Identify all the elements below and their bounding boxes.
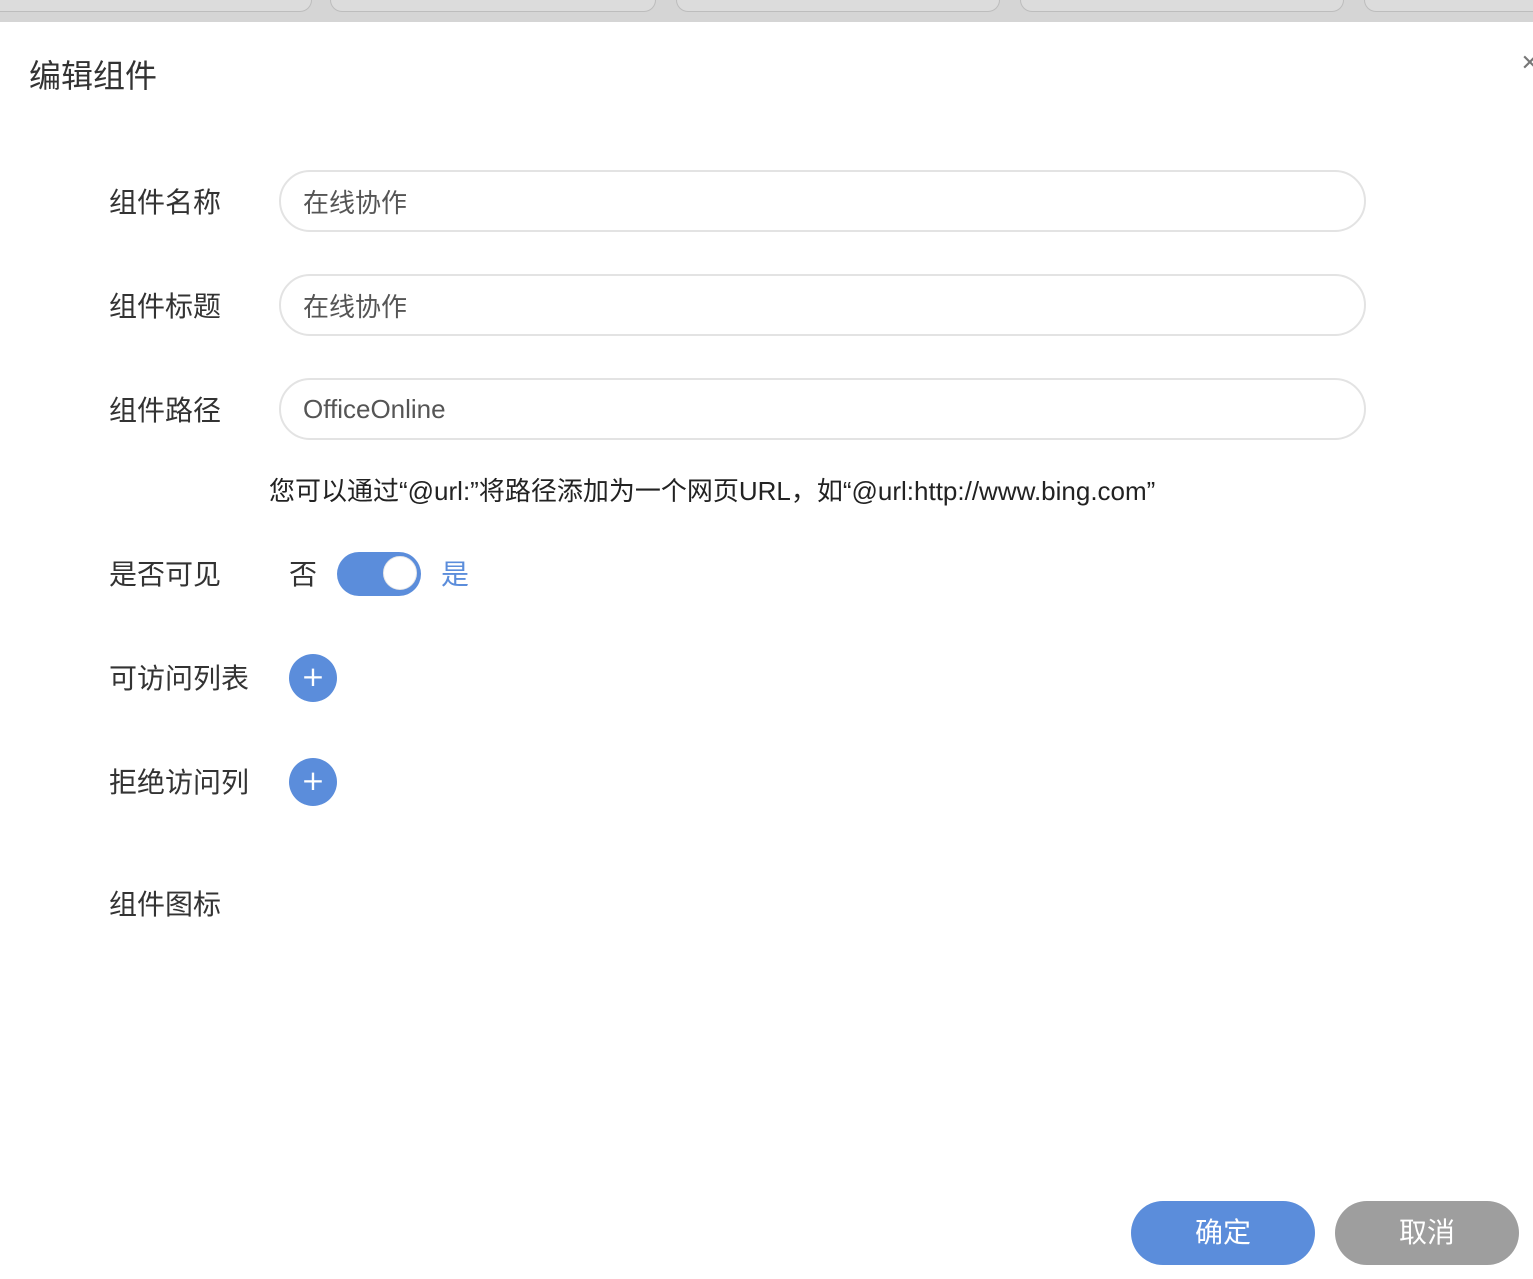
visible-off-label: 否 — [289, 558, 318, 591]
plus-icon: + — [301, 660, 325, 693]
background-tab-strip — [0, 0, 1533, 22]
visible-on-label: 是 — [441, 558, 470, 591]
background-tab — [0, 0, 312, 12]
component-title-input[interactable] — [279, 274, 1366, 336]
visible-toggle[interactable] — [337, 552, 421, 596]
edit-component-dialog: 编辑组件 ✕ 组件名称 组件标题 组件路径 您可以通过“@url:”将路径添加为… — [0, 22, 1533, 1279]
component-path-input[interactable] — [279, 378, 1366, 440]
component-name-label: 组件名称 — [109, 186, 222, 219]
deny-list-label: 拒绝访问列 — [109, 766, 250, 799]
background-tab — [676, 0, 1000, 12]
component-icon-label: 组件图标 — [109, 888, 222, 921]
component-title-label: 组件标题 — [109, 290, 222, 323]
allow-list-label: 可访问列表 — [109, 662, 250, 695]
confirm-button[interactable]: 确定 — [1131, 1201, 1315, 1265]
component-name-input[interactable] — [279, 170, 1366, 232]
background-tab — [330, 0, 656, 12]
background-tab — [1364, 0, 1533, 12]
path-hint-text: 您可以通过“@url:”将路径添加为一个网页URL，如“@url:http://… — [269, 476, 1156, 506]
visible-label: 是否可见 — [109, 558, 222, 591]
plus-icon: + — [301, 764, 325, 797]
dialog-title: 编辑组件 — [29, 57, 158, 95]
cancel-button[interactable]: 取消 — [1335, 1201, 1519, 1265]
allow-list-add-button[interactable]: + — [289, 654, 337, 702]
deny-list-add-button[interactable]: + — [289, 758, 337, 806]
toggle-knob — [383, 556, 417, 590]
background-tab — [1020, 0, 1344, 12]
close-icon[interactable]: ✕ — [1521, 52, 1533, 76]
component-path-label: 组件路径 — [109, 394, 222, 427]
